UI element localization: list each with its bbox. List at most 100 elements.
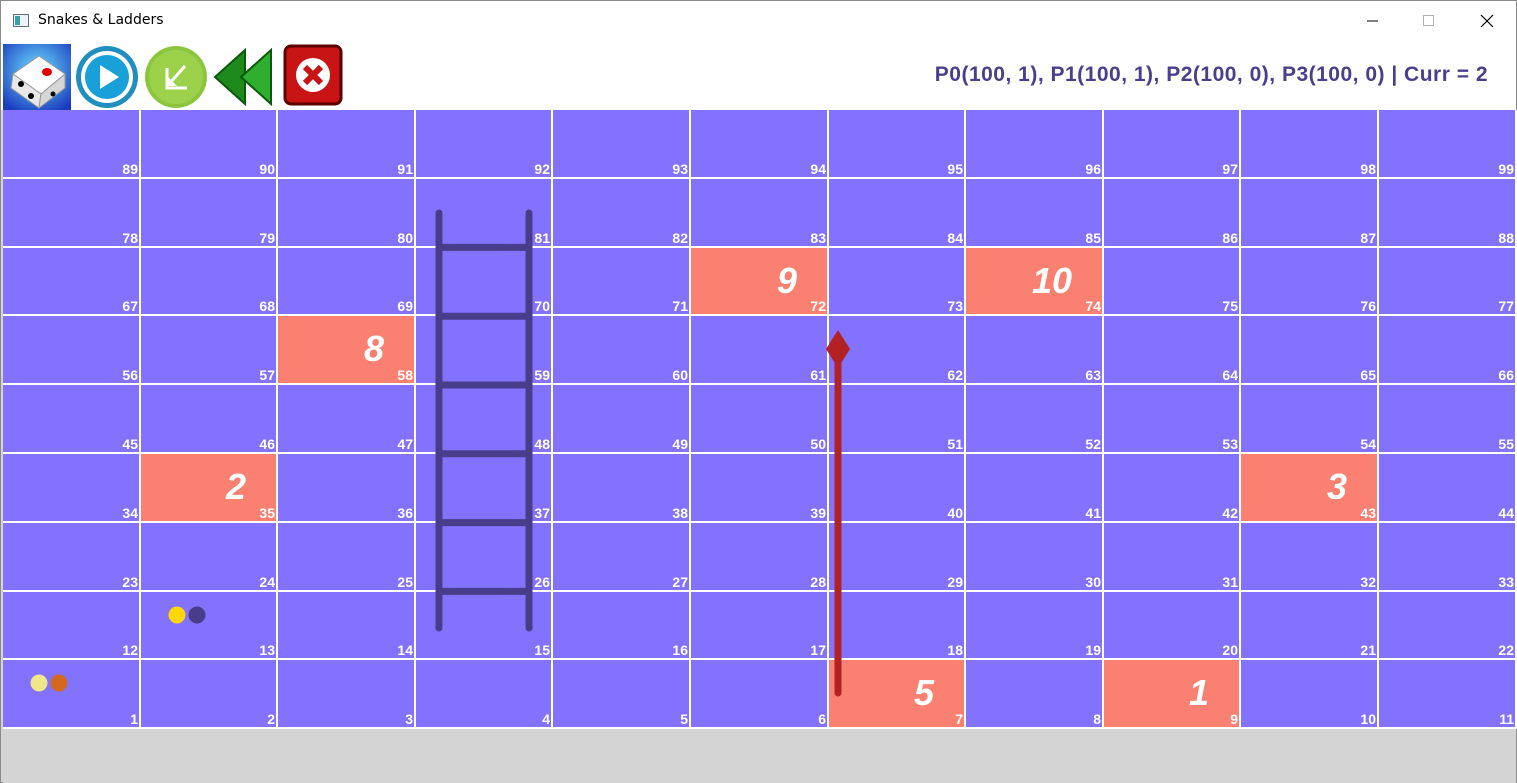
cell-number: 6 (818, 711, 826, 727)
board-cell-48: 48 (416, 385, 553, 454)
cell-number: 11 (1499, 711, 1514, 727)
app-window: Snakes & Ladders P0(100, 1), P1(100, 1),… (0, 0, 1517, 783)
board-cell-64: 64 (1104, 316, 1241, 385)
arrow-down-left-icon (145, 46, 207, 108)
cell-number: 18 (947, 642, 963, 658)
board-cell-49: 49 (553, 385, 691, 454)
cell-number: 78 (122, 230, 138, 246)
board-cell-62: 62 (829, 316, 966, 385)
cell-number: 4 (542, 711, 550, 727)
close-game-button[interactable] (283, 44, 343, 108)
board-cell-51: 51 (829, 385, 966, 454)
cell-number: 2 (267, 711, 275, 727)
board-cell-32: 32 (1241, 523, 1379, 592)
cell-number: 20 (1222, 642, 1238, 658)
cell-number: 88 (1498, 230, 1514, 246)
cell-number: 37 (534, 505, 550, 521)
board-cell-36: 36 (278, 454, 416, 523)
play-icon (76, 46, 138, 108)
board-cell-52: 52 (966, 385, 1104, 454)
dice-roll-button[interactable] (3, 44, 71, 110)
board-cell-59: 59 (416, 316, 553, 385)
cell-number: 98 (1360, 161, 1376, 177)
board-cell-72: 72 9 (691, 248, 829, 316)
load-button[interactable] (143, 44, 209, 108)
board-cell-74: 74 10 (966, 248, 1104, 316)
cell-number: 41 (1085, 505, 1101, 521)
cell-number: 90 (259, 161, 275, 177)
board-cell-3: 3 (278, 660, 416, 729)
board-cell-80: 80 (278, 179, 416, 248)
cell-number: 34 (122, 505, 138, 521)
cell-number: 36 (397, 505, 413, 521)
special-cell-label: 3 (1326, 466, 1347, 507)
board-cell-39: 39 (691, 454, 829, 523)
board-cell-43: 43 3 (1241, 454, 1379, 523)
maximize-button[interactable] (1400, 1, 1457, 41)
special-cell-label: 10 (1031, 260, 1072, 301)
board-cell-27: 27 (553, 523, 691, 592)
board-cell-8: 8 (966, 660, 1104, 729)
cell-number: 54 (1360, 436, 1376, 452)
cell-number: 25 (397, 574, 413, 590)
play-button[interactable] (73, 44, 141, 108)
cell-number: 95 (947, 161, 963, 177)
rewind-button[interactable] (211, 44, 277, 108)
cell-number: 29 (947, 574, 963, 590)
board-cell-67: 67 (3, 248, 141, 316)
cell-number: 40 (947, 505, 963, 521)
cell-number: 26 (534, 574, 550, 590)
board-cell-4: 4 (416, 660, 553, 729)
board-cell-17: 17 (691, 592, 829, 660)
maximize-icon (1422, 15, 1434, 26)
board-cell-66: 66 (1379, 316, 1517, 385)
board-cell-18: 18 (829, 592, 966, 660)
cell-number: 33 (1498, 574, 1514, 590)
cell-number: 71 (672, 298, 688, 314)
board-cell-42: 42 (1104, 454, 1241, 523)
cell-number: 8 (1093, 711, 1101, 727)
cell-number: 46 (259, 436, 275, 452)
board-cell-31: 31 (1104, 523, 1241, 592)
cell-number: 83 (810, 230, 826, 246)
board-cell-12: 12 (3, 592, 141, 660)
special-cell-label: 9 (776, 260, 797, 301)
game-board[interactable]: 89 90 91 92 93 94 95 96 97 98 99 78 79 80 81 82 83 84 85 86… (3, 110, 1517, 729)
board-cell-60: 60 (553, 316, 691, 385)
board-cell-50: 50 (691, 385, 829, 454)
cell-number: 96 (1085, 161, 1101, 177)
board-cell-75: 75 (1104, 248, 1241, 316)
cell-number: 31 (1222, 574, 1238, 590)
board-cell-85: 85 (966, 179, 1104, 248)
board-cell-7: 75 (829, 660, 966, 729)
cell-number: 9 (1230, 711, 1238, 727)
cell-number: 23 (122, 574, 138, 590)
board-cell-29: 29 (829, 523, 966, 592)
board-cell-44: 44 (1379, 454, 1517, 523)
minimize-button[interactable] (1344, 1, 1401, 41)
cell-number: 3 (405, 711, 413, 727)
close-window-button[interactable] (1458, 1, 1515, 41)
board-cell-41: 41 (966, 454, 1104, 523)
cell-number: 14 (397, 642, 413, 658)
cell-number: 59 (534, 367, 550, 383)
board-cell-34: 34 (3, 454, 141, 523)
cell-number: 13 (259, 642, 275, 658)
cell-number: 44 (1498, 505, 1514, 521)
cell-number: 72 (810, 298, 826, 314)
board-cell-78: 78 (3, 179, 141, 248)
board-cell-54: 54 (1241, 385, 1379, 454)
board-cell-26: 26 (416, 523, 553, 592)
board-cell-46: 46 (141, 385, 278, 454)
board-cell-65: 65 (1241, 316, 1379, 385)
close-window-icon (1480, 14, 1493, 28)
cell-number: 91 (397, 161, 413, 177)
board-cell-19: 19 (966, 592, 1104, 660)
cell-number: 43 (1360, 505, 1376, 521)
bottom-panel (3, 729, 1516, 783)
board-cell-89: 89 (3, 110, 141, 179)
game-status-text: P0(100, 1), P1(100, 1), P2(100, 0), P3(1… (934, 63, 1488, 86)
cell-number: 99 (1498, 161, 1514, 177)
board-cell-86: 86 (1104, 179, 1241, 248)
cell-number: 27 (672, 574, 688, 590)
